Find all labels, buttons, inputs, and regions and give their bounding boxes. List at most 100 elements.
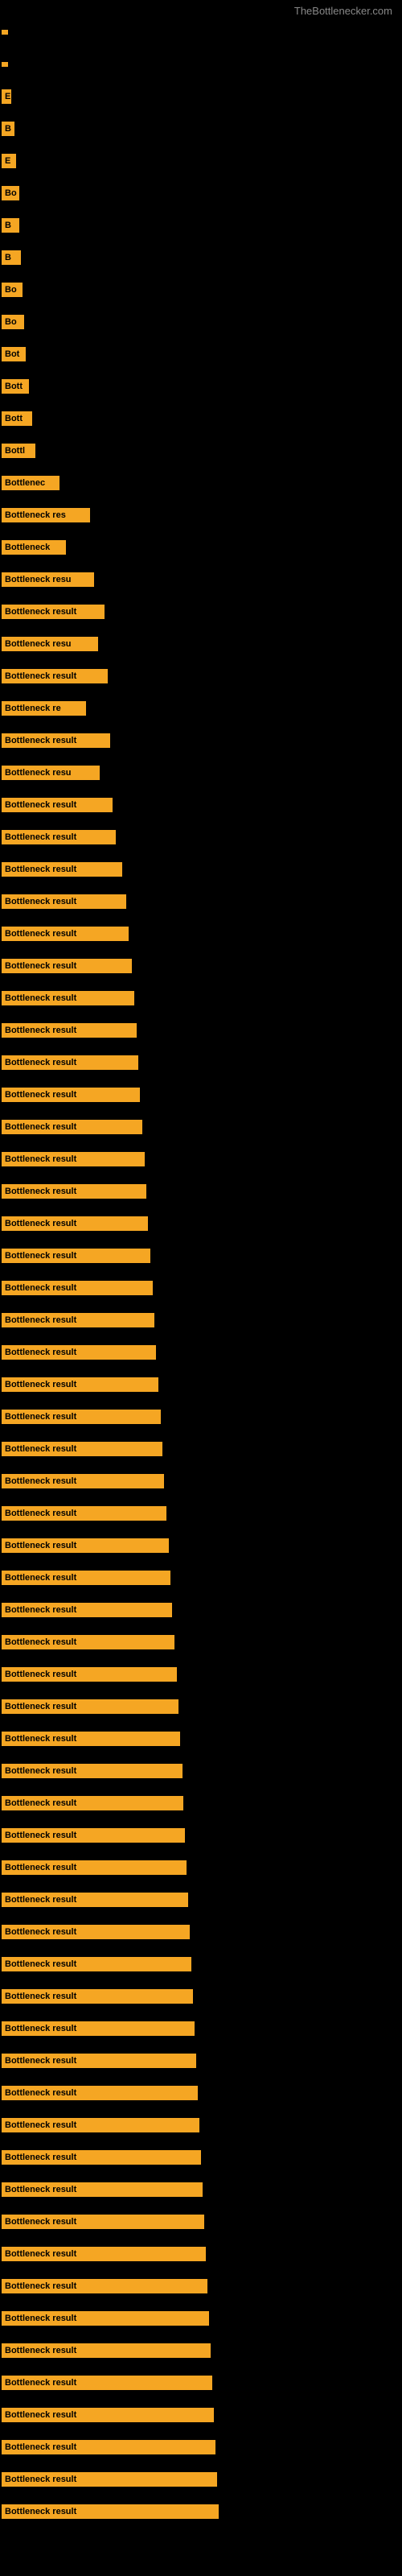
bar-row (0, 48, 402, 80)
bar-label: Bottleneck resu (2, 637, 98, 651)
bar-row: Bottleneck result (0, 1304, 402, 1336)
bar-row: Bott (0, 402, 402, 435)
bar-label: Bottleneck resu (2, 572, 94, 587)
bar-row (0, 16, 402, 48)
bar-row: Bo (0, 274, 402, 306)
bar-label: Bottleneck result (2, 1120, 142, 1134)
bar-label: Bottleneck result (2, 2021, 195, 2036)
bar-row: Bottleneck resu (0, 757, 402, 789)
bar-row: Bottleneck result (0, 1530, 402, 1562)
bar-label: Bottlenec (2, 476, 59, 490)
bar-label: B (2, 250, 21, 265)
bar-label: Bottleneck result (2, 1152, 145, 1166)
bar-row: Bottleneck resu (0, 628, 402, 660)
bar-row: E (0, 80, 402, 113)
bar-row: Bo (0, 177, 402, 209)
bar-label: Bottleneck result (2, 1860, 187, 1875)
bar-row: Bottleneck result (0, 1916, 402, 1948)
bar-row: Bottleneck result (0, 2141, 402, 2174)
bar-row: Bottleneck resu (0, 564, 402, 596)
bars-container: EBEBoBBBoBoBotBottBottBottlBottlenecBott… (0, 0, 402, 2528)
bar-row: Bo (0, 306, 402, 338)
bar-row: Bottleneck result (0, 1208, 402, 1240)
bar-label: E (2, 89, 11, 104)
bar-label: Bottleneck result (2, 2279, 207, 2293)
bar-label: Bott (2, 379, 29, 394)
bar-row: Bottleneck result (0, 1368, 402, 1401)
bar-row: Bottleneck result (0, 1723, 402, 1755)
bar-label: Bottleneck result (2, 2054, 196, 2068)
bar-row: Bottleneck result (0, 1272, 402, 1304)
bar-row: Bottleneck result (0, 2174, 402, 2206)
bar-label: Bottleneck result (2, 605, 105, 619)
bar-label: Bottleneck re (2, 701, 86, 716)
bar-label: Bottleneck result (2, 1249, 150, 1263)
bar-row: Bot (0, 338, 402, 370)
bar-row: Bottleneck result (0, 1852, 402, 1884)
bar-label: Bottleneck result (2, 1538, 169, 1553)
bar-label: Bottleneck result (2, 1184, 146, 1199)
bar-row: Bottleneck result (0, 724, 402, 757)
bar-row: Bottleneck result (0, 1690, 402, 1723)
bar-label: Bottleneck result (2, 1603, 172, 1617)
bar-row: Bottleneck result (0, 2270, 402, 2302)
bar-row: Bottleneck result (0, 1014, 402, 1046)
bar-label: Bottleneck result (2, 2408, 214, 2422)
bar-row: Bottleneck result (0, 1175, 402, 1208)
bar-label: Bo (2, 315, 24, 329)
bar-label: Bottl (2, 444, 35, 458)
bar-row: Bottleneck result (0, 1819, 402, 1852)
bar-label: Bott (2, 411, 32, 426)
bar-label: Bottleneck result (2, 1571, 170, 1585)
bar-row: Bottleneck result (0, 660, 402, 692)
bar-label: Bottleneck result (2, 2182, 203, 2197)
bar-row: Bott (0, 370, 402, 402)
bar-label: Bottleneck result (2, 1667, 177, 1682)
bar-row: Bottleneck result (0, 2431, 402, 2463)
bar-row: Bottleneck result (0, 1755, 402, 1787)
bar-label: Bottleneck result (2, 798, 113, 812)
bar-row: Bottleneck result (0, 1240, 402, 1272)
bar-label: Bottleneck result (2, 2086, 198, 2100)
bar-row: Bottleneck result (0, 1465, 402, 1497)
bar-label: Bo (2, 186, 19, 200)
bar-row: Bottleneck result (0, 1046, 402, 1079)
bar-row: Bottl (0, 435, 402, 467)
bar-row: Bottleneck result (0, 1884, 402, 1916)
bar-row: B (0, 209, 402, 242)
bar-row: Bottleneck result (0, 1079, 402, 1111)
bar-row: Bottleneck result (0, 2077, 402, 2109)
bar-label: Bottleneck result (2, 1796, 183, 1810)
bar-label: B (2, 218, 19, 233)
bar-label: Bottleneck result (2, 1925, 190, 1939)
bar-row: Bottleneck result (0, 2045, 402, 2077)
bar-label: E (2, 154, 16, 168)
bar-label: Bottleneck result (2, 1345, 156, 1360)
bar-row: Bottleneck re (0, 692, 402, 724)
bar-row: Bottleneck result (0, 789, 402, 821)
bar-label: Bottleneck result (2, 1893, 188, 1907)
bar-label: Bottleneck result (2, 1732, 180, 1746)
bar-row: Bottleneck result (0, 2367, 402, 2399)
bar-label: Bottleneck result (2, 1410, 161, 1424)
bar-label: Bottleneck result (2, 1055, 138, 1070)
bar-label: Bottleneck result (2, 1313, 154, 1327)
bar-row: Bottleneck result (0, 2013, 402, 2045)
bar-row: Bottleneck result (0, 1562, 402, 1594)
bar-label: Bottleneck result (2, 1957, 191, 1971)
bar-row: Bottleneck result (0, 918, 402, 950)
bar-label: Bottleneck result (2, 1023, 137, 1038)
bar-row: Bottleneck result (0, 1497, 402, 1530)
bar-label: Bottleneck resu (2, 766, 100, 780)
bar-row: Bottleneck result (0, 886, 402, 918)
bar-label: Bottleneck result (2, 959, 132, 973)
bar-row: Bottleneck result (0, 1111, 402, 1143)
bar-row: Bottleneck result (0, 1336, 402, 1368)
bar-row: Bottlenec (0, 467, 402, 499)
bar-row: Bottleneck result (0, 1433, 402, 1465)
bar-row: Bottleneck result (0, 2206, 402, 2238)
bar-label: Bottleneck result (2, 1216, 148, 1231)
bar-row: Bottleneck result (0, 982, 402, 1014)
bar-row: Bottleneck result (0, 1658, 402, 1690)
bar-label: Bottleneck result (2, 1989, 193, 2004)
